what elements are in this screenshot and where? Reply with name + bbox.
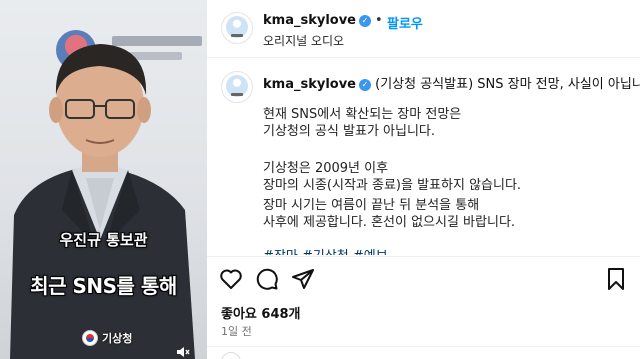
caption-paragraph-1: 현재 SNS에서 확산되는 장마 전망은 기상청의 공식 발표가 아닙니다. bbox=[263, 106, 461, 140]
follow-button[interactable]: 팔로우 bbox=[387, 13, 423, 32]
caption-area: kma_skylove ✓ (기상청 공식발표) SNS 장마 전망, 사실이 아… bbox=[207, 59, 640, 255]
video-subtitle: 최근 SNS를 통해 bbox=[30, 274, 177, 298]
mute-icon[interactable] bbox=[176, 346, 190, 358]
caption-text-line: 사후에 제공합니다. 혼선이 없으시길 바랍니다. bbox=[263, 215, 516, 230]
avatar-label-bar bbox=[231, 34, 243, 37]
post-header: kma_skylove ✓ • 팔로우 오리지널 오디오 bbox=[207, 0, 640, 58]
kma-seal-icon bbox=[82, 330, 98, 346]
caption-text-line: 현재 SNS에서 확산되는 장마 전망은 bbox=[263, 107, 462, 122]
action-bar bbox=[207, 256, 640, 300]
caption-text-line: 기상청은 2009년 이후 bbox=[263, 161, 389, 176]
bookmark-icon[interactable] bbox=[604, 267, 628, 291]
caption-text-line: 장마의 시종(시작과 종료)을 발표하지 않습니다. bbox=[263, 178, 522, 193]
caption-username[interactable]: kma_skylove bbox=[263, 77, 356, 92]
avatar[interactable] bbox=[221, 71, 253, 103]
comment-icon[interactable] bbox=[255, 267, 279, 291]
share-icon[interactable] bbox=[291, 267, 315, 291]
avatar[interactable] bbox=[221, 12, 253, 44]
watermark-text: 기상청 bbox=[102, 332, 133, 345]
original-audio-link[interactable]: 오리지널 오디오 bbox=[263, 32, 344, 49]
speaker-name-caption: 우진규 통보관 bbox=[59, 231, 148, 249]
avatar bbox=[221, 352, 241, 359]
header-username[interactable]: kma_skylove ✓ bbox=[263, 13, 371, 28]
caption-text-line: 장마 시기는 여름이 끝난 뒤 분석을 통해 bbox=[263, 198, 480, 213]
divider bbox=[207, 346, 640, 347]
verified-badge-icon: ✓ bbox=[359, 15, 371, 27]
caption-paragraph-3: 장마 시기는 여름이 끝난 뒤 분석을 통해 사후에 제공합니다. 혼선이 없으… bbox=[263, 197, 515, 231]
like-count[interactable]: 좋아요 648개 bbox=[221, 303, 301, 322]
username-text[interactable]: kma_skylove bbox=[263, 13, 356, 28]
verified-badge-icon: ✓ bbox=[359, 79, 371, 91]
caption-headline: (기상청 공식발표) SNS 장마 전망, 사실이 아닙니다! bbox=[375, 77, 640, 92]
post-panel: kma_skylove ✓ • 팔로우 오리지널 오디오 kma_skylove ✓… bbox=[207, 0, 640, 359]
caption-headline-line: kma_skylove ✓ (기상청 공식발표) SNS 장마 전망, 사실이 아… bbox=[263, 73, 640, 92]
caption-paragraph-2: 기상청은 2009년 이후 장마의 시종(시작과 종료)을 발표하지 않습니다. bbox=[263, 160, 521, 194]
avatar-label-bar bbox=[231, 93, 243, 96]
header-separator: • bbox=[375, 13, 383, 28]
caption-text-line: 기상청의 공식 발표가 아닙니다. bbox=[263, 124, 436, 139]
post-timestamp[interactable]: 1일 전 bbox=[221, 323, 252, 339]
video-panel[interactable]: 우진규 통보관 최근 SNS를 통해 기상청 bbox=[0, 0, 207, 359]
kma-watermark: 기상청 bbox=[82, 330, 132, 346]
heart-icon[interactable] bbox=[219, 267, 243, 291]
spokesperson-figure bbox=[10, 44, 195, 359]
hashtags[interactable]: #장마 #기상청 #예보 bbox=[263, 245, 388, 255]
